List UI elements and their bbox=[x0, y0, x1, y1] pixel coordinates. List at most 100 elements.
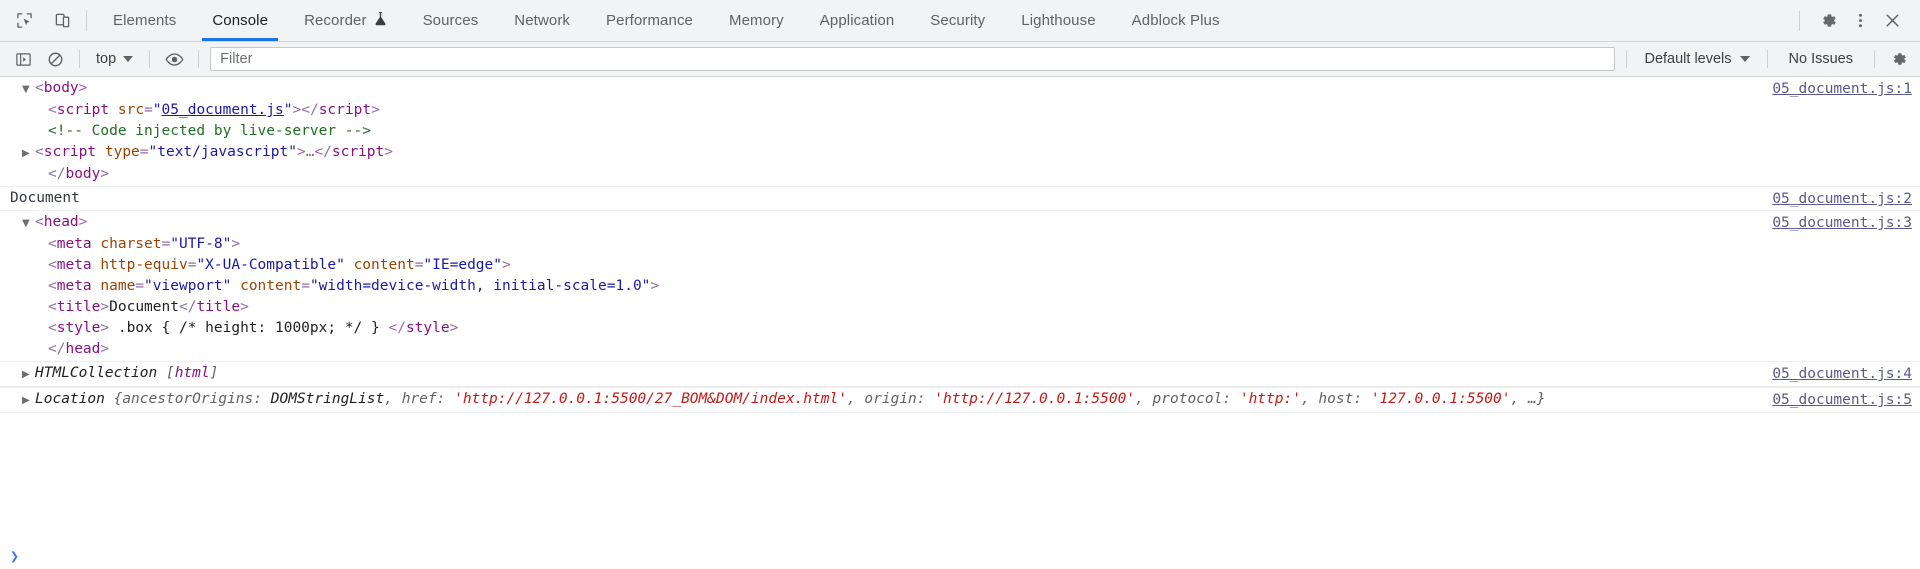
code-token: Document bbox=[109, 299, 179, 315]
code-token: > bbox=[292, 102, 302, 118]
code-token: > bbox=[78, 80, 88, 96]
log-levels-selector[interactable]: Default levels bbox=[1636, 48, 1757, 70]
code-token: Location bbox=[35, 391, 105, 407]
tab-adblock-plus-label: Adblock Plus bbox=[1131, 12, 1220, 29]
code-token: meta bbox=[56, 257, 92, 273]
tab-lighthouse[interactable]: Lighthouse bbox=[1003, 0, 1113, 41]
code-token: body bbox=[43, 80, 79, 96]
code-token: , bbox=[384, 391, 402, 407]
tab-application[interactable]: Application bbox=[802, 0, 912, 41]
console-prompt-row[interactable]: ❯ bbox=[0, 544, 1920, 569]
console-message-line: </head> bbox=[22, 339, 1720, 360]
code-token: = bbox=[301, 278, 310, 294]
source-location-link[interactable]: 05_document.js:3 bbox=[1772, 213, 1912, 234]
code-token: < bbox=[48, 320, 57, 336]
console-filter-input[interactable] bbox=[210, 47, 1616, 71]
tab-memory-label: Memory bbox=[729, 12, 784, 29]
live-expression-eye-icon[interactable] bbox=[159, 46, 189, 72]
console-message-line: <meta http-equiv="X-UA-Compatible" conte… bbox=[22, 255, 1720, 276]
expander-open-icon[interactable]: ▼ bbox=[22, 79, 35, 100]
execution-context-value: top bbox=[96, 51, 117, 67]
devtools-window: Elements Console Recorder Sources Networ… bbox=[0, 0, 1920, 569]
console-message[interactable]: ▶ Location {ancestorOrigins: DOMStringLis… bbox=[0, 387, 1920, 413]
console-toolbar-divider-2 bbox=[149, 50, 151, 68]
tab-memory[interactable]: Memory bbox=[711, 0, 802, 41]
console-message-content: ▼ <head> <meta charset="UTF-8"> <meta http-… bbox=[0, 212, 1920, 360]
source-location-link[interactable]: 05_document.js:4 bbox=[1772, 364, 1912, 385]
code-token: "UTF-8" bbox=[170, 236, 232, 252]
source-location-link[interactable]: 05_document.js:1 bbox=[1772, 79, 1912, 100]
code-token: </ bbox=[48, 341, 66, 357]
log-levels-value: Default levels bbox=[1644, 51, 1732, 67]
console-message[interactable]: ▼ <head> <meta charset="UTF-8"> <meta http-… bbox=[0, 211, 1920, 361]
console-toolbar-divider-3 bbox=[198, 50, 200, 68]
expander-closed-icon[interactable]: ▶ bbox=[22, 364, 35, 385]
code-token: </ bbox=[48, 166, 66, 182]
device-toolbar-icon[interactable] bbox=[48, 7, 76, 35]
chevron-down-icon bbox=[123, 56, 134, 62]
code-token: > bbox=[231, 236, 241, 252]
expander-closed-icon[interactable]: ▶ bbox=[22, 390, 35, 411]
prompt-chevron-icon: ❯ bbox=[10, 547, 20, 565]
code-token: > bbox=[100, 166, 110, 182]
code-token: origin bbox=[864, 391, 917, 407]
console-message-content: ▶ Location {ancestorOrigins: DOMStringLis… bbox=[0, 389, 1920, 411]
code-token: 'http://127.0.0.1:5500/27_BOM&DOM/index.… bbox=[454, 391, 847, 407]
code-token: > bbox=[100, 320, 110, 336]
code-token: " bbox=[152, 102, 162, 118]
execution-context-selector[interactable]: top bbox=[89, 48, 140, 70]
tab-recorder[interactable]: Recorder bbox=[286, 0, 405, 41]
console-prompt-input[interactable] bbox=[19, 547, 1920, 565]
console-settings-gear-icon[interactable] bbox=[1884, 46, 1914, 72]
code-token: "X-UA-Compatible" bbox=[196, 257, 345, 273]
code-token: </ bbox=[178, 299, 197, 315]
code-token[interactable]: 05_document.js bbox=[162, 102, 284, 118]
expander-closed-icon[interactable]: ▶ bbox=[22, 143, 35, 164]
inspect-element-icon[interactable] bbox=[10, 7, 38, 35]
close-devtools-icon[interactable] bbox=[1878, 7, 1906, 35]
source-location-link[interactable]: 05_document.js:2 bbox=[1772, 189, 1912, 210]
code-token: > bbox=[78, 214, 88, 230]
console-toolbar-divider-6 bbox=[1874, 50, 1875, 68]
console-sidebar-toggle-icon[interactable] bbox=[8, 46, 38, 72]
tab-network[interactable]: Network bbox=[496, 0, 588, 41]
console-message[interactable]: Document 05_document.js:2 bbox=[0, 186, 1920, 211]
expander-open-icon[interactable]: ▼ bbox=[22, 213, 35, 234]
issues-button[interactable]: No Issues bbox=[1777, 48, 1865, 70]
console-message-line: <!-- Code injected by live-server --> bbox=[22, 121, 1720, 142]
code-token: protocol bbox=[1152, 391, 1223, 407]
code-token: , bbox=[1300, 391, 1319, 407]
code-token: "IE=edge" bbox=[423, 257, 502, 273]
tabbar-left-icon-group bbox=[0, 0, 82, 41]
tab-sources[interactable]: Sources bbox=[405, 0, 497, 41]
code-token: body bbox=[65, 166, 101, 182]
code-token: : bbox=[916, 391, 935, 407]
console-message[interactable]: ▼ <body> <script src="05_document.js"></sc… bbox=[0, 77, 1920, 186]
more-options-icon[interactable] bbox=[1846, 7, 1874, 35]
code-token: : bbox=[253, 391, 271, 407]
tab-elements[interactable]: Elements bbox=[95, 0, 194, 41]
tab-security[interactable]: Security bbox=[912, 0, 1003, 41]
console-message-list[interactable]: ▼ <body> <script src="05_document.js"></sc… bbox=[0, 77, 1920, 544]
chevron-down-icon bbox=[1739, 56, 1750, 62]
tab-sources-label: Sources bbox=[422, 12, 479, 29]
code-token: > bbox=[296, 144, 306, 160]
code-token: name bbox=[100, 278, 136, 294]
tab-adblock-plus[interactable]: Adblock Plus bbox=[1114, 0, 1238, 41]
tab-security-label: Security bbox=[930, 12, 986, 29]
clear-console-icon[interactable] bbox=[40, 46, 70, 72]
code-token: style bbox=[405, 320, 450, 336]
code-token: ] bbox=[209, 365, 219, 381]
code-token: title bbox=[56, 299, 101, 315]
console-message[interactable]: ▶ HTMLCollection [html] 05_document.js:4 bbox=[0, 361, 1920, 387]
tab-performance[interactable]: Performance bbox=[588, 0, 711, 41]
code-token: < bbox=[48, 278, 57, 294]
console-text-value: Document bbox=[10, 190, 80, 206]
settings-gear-icon[interactable] bbox=[1814, 7, 1842, 35]
code-token: style bbox=[56, 320, 101, 336]
source-location-link[interactable]: 05_document.js:5 bbox=[1772, 390, 1912, 411]
tab-console[interactable]: Console bbox=[194, 0, 286, 41]
